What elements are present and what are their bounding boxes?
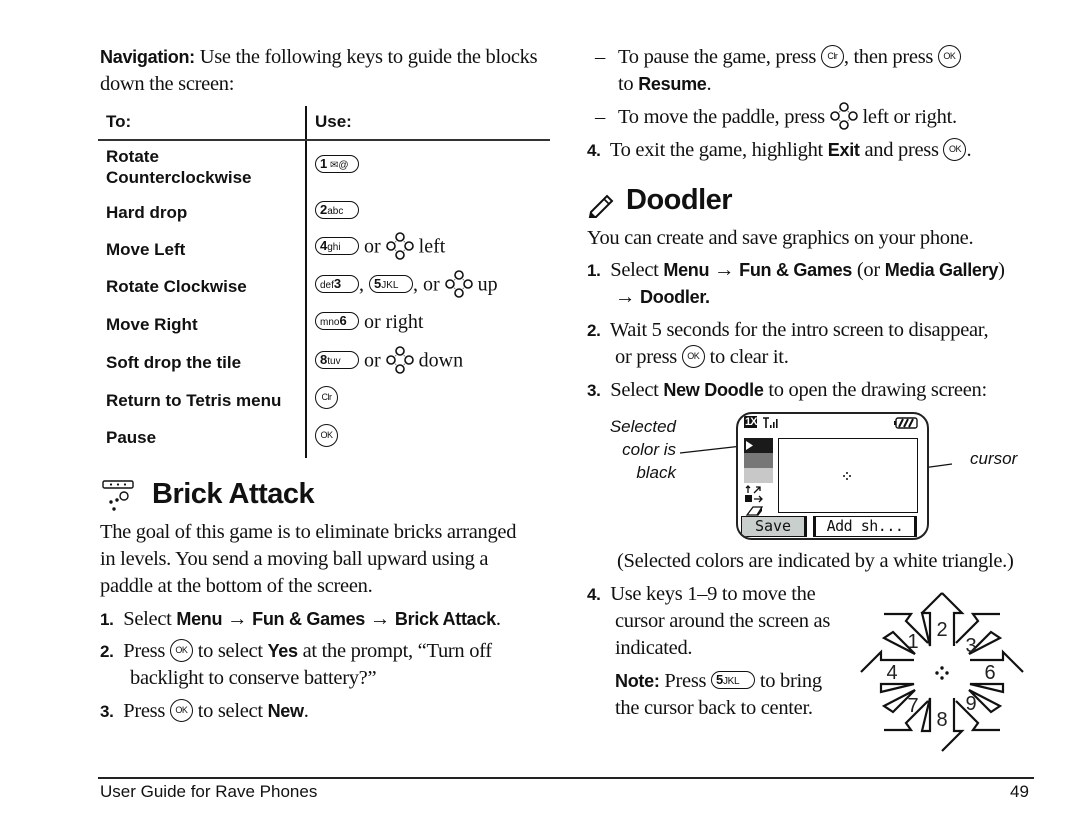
table-row-action: Return to Tetris menu xyxy=(106,391,282,410)
arrow-down-right xyxy=(955,689,1003,732)
footer-title: User Guide for Rave Phones xyxy=(100,782,318,801)
ok-key-icon: OK xyxy=(169,698,193,722)
direction-label-2: 2 xyxy=(936,619,947,641)
key-4-icon: 4ghi xyxy=(315,237,359,255)
table-row-keys: OK xyxy=(315,423,338,449)
arrow-right xyxy=(969,649,1024,694)
table-row-action: Move Left xyxy=(106,240,186,259)
battery-icon xyxy=(894,417,918,429)
direction-label-3: 3 xyxy=(965,635,976,657)
doodler-note: Note: Press 5JKL to bring the cursor bac… xyxy=(615,670,822,719)
key-3-icon: def3 xyxy=(315,275,359,293)
doodler-intro: You can create and save graphics on your… xyxy=(587,227,974,249)
table-row-action: Rotate Clockwise xyxy=(106,277,247,296)
key-2-icon: 2abc xyxy=(315,201,359,220)
table-header-use: Use: xyxy=(315,112,352,131)
doodler-phone-screen: 1X Save Add sh... xyxy=(736,412,929,540)
network-indicator: 1X xyxy=(744,416,758,428)
ok-key-icon: OK xyxy=(169,638,193,662)
ok-key-icon: OK xyxy=(681,344,705,368)
key-8-icon: 8tuv xyxy=(315,351,359,369)
brick-attack-step-3: 3. Press OK to select New. xyxy=(100,698,309,722)
nav-key-icon xyxy=(386,232,414,260)
palette-swatch-light-gray[interactable] xyxy=(744,468,773,483)
key-5-icon: 5JKL xyxy=(369,275,413,293)
direction-label-1: 1 xyxy=(907,631,918,653)
nav-key-icon xyxy=(386,346,414,374)
exit-step: 4. To exit the game, highlight Exit and … xyxy=(587,137,972,161)
drawing-canvas[interactable] xyxy=(778,438,918,513)
doodler-step-3: 3. Select New Doodle to open the drawing… xyxy=(587,379,987,401)
direction-label-8: 8 xyxy=(936,709,947,731)
doodler-title: Doodler xyxy=(626,184,733,216)
signal-strength-icon xyxy=(763,417,778,428)
shape-tool-icon[interactable] xyxy=(744,485,772,517)
table-row-keys: 2abc xyxy=(315,200,359,223)
ok-key-icon: OK xyxy=(943,137,967,161)
table-row-keys: Clr xyxy=(315,385,338,411)
arrow-up-right xyxy=(955,612,1003,655)
key-5-icon: 5JKL xyxy=(711,671,756,690)
table-row-keys: 1 ✉@ xyxy=(315,154,359,177)
doodler-step-4: 4. Use keys 1–9 to move the cursor aroun… xyxy=(587,583,831,659)
key-1-icon: 1 ✉@ xyxy=(315,155,359,174)
selected-triangle-icon xyxy=(746,441,753,450)
table-header-rule xyxy=(98,139,550,141)
footer-rule xyxy=(98,777,1034,779)
palette-swatch-gray[interactable] xyxy=(744,453,773,468)
clr-key-icon: Clr xyxy=(315,385,338,409)
selected-color-callout: Selected color is black xyxy=(609,417,676,482)
table-row-keys: 4ghi or left xyxy=(315,234,445,262)
table-row-action: Pause xyxy=(106,428,157,447)
key-6-icon: mno6 xyxy=(315,312,359,331)
pencil-icon xyxy=(587,190,617,223)
brick-attack-icon xyxy=(102,479,136,518)
table-row-keys: mno6 or right xyxy=(315,311,423,334)
color-palette[interactable] xyxy=(744,438,773,483)
page-number: 49 xyxy=(1010,782,1029,801)
arrow-up-left xyxy=(881,612,929,655)
direction-label-4: 4 xyxy=(886,662,897,684)
table-row-action: Rotate Counterclockwise xyxy=(106,147,252,187)
table-header-to: To: xyxy=(106,112,132,131)
save-softkey[interactable]: Save xyxy=(741,516,807,537)
cursor-callout: cursor xyxy=(970,449,1018,468)
brick-attack-step-1: 1. Select Menu → Fun & Games → Brick Att… xyxy=(100,608,501,630)
direction-label-7: 7 xyxy=(907,695,918,717)
table-row-action: Soft drop the tile xyxy=(106,353,242,372)
paddle-instruction: – To move the paddle, press left or righ… xyxy=(595,102,1038,132)
table-row-action: Hard drop xyxy=(106,203,188,222)
table-row-keys: def3, 5JKL, or up xyxy=(315,272,498,300)
selected-color-caption: (Selected colors are indicated by a whit… xyxy=(617,550,1014,572)
clr-key-icon: Clr xyxy=(820,44,844,68)
doodler-step-2: 2. Wait 5 seconds for the intro screen t… xyxy=(587,319,989,368)
brick-attack-title: Brick Attack xyxy=(152,478,315,510)
navigation-intro: Navigation: Use the following keys to gu… xyxy=(100,46,538,95)
pause-instruction: – To pause the game, press Clr, then pre… xyxy=(595,44,1038,98)
palette-swatch-black[interactable] xyxy=(744,438,773,453)
add-shape-softkey[interactable]: Add sh... xyxy=(813,516,917,537)
table-column-divider xyxy=(305,106,307,458)
brick-attack-step-2: 2. Press OK to select Yes at the prompt,… xyxy=(100,638,492,689)
nav-key-icon xyxy=(830,102,858,130)
ok-key-icon: OK xyxy=(937,44,961,68)
table-row-keys: 8tuv or down xyxy=(315,348,463,376)
nav-key-icon xyxy=(445,270,473,298)
navigation-table: To: Use: Rotate Counterclockwise 1 ✉@ Har… xyxy=(98,106,550,461)
table-row-action: Move Right xyxy=(106,315,198,334)
direction-label-9: 9 xyxy=(965,693,976,715)
brick-attack-description: The goal of this game is to eliminate br… xyxy=(100,521,517,597)
cursor-direction-diagram: 1 2 3 4 6 7 8 9 xyxy=(860,592,1024,752)
arrow-down-left xyxy=(881,689,929,732)
direction-label-6: 6 xyxy=(984,662,995,684)
doodler-step-1: 1. Select Menu → Fun & Games (or Media G… xyxy=(587,259,1005,308)
ok-key-icon: OK xyxy=(315,423,338,447)
navigation-label: Navigation: xyxy=(100,47,195,67)
cursor-icon xyxy=(843,472,851,480)
